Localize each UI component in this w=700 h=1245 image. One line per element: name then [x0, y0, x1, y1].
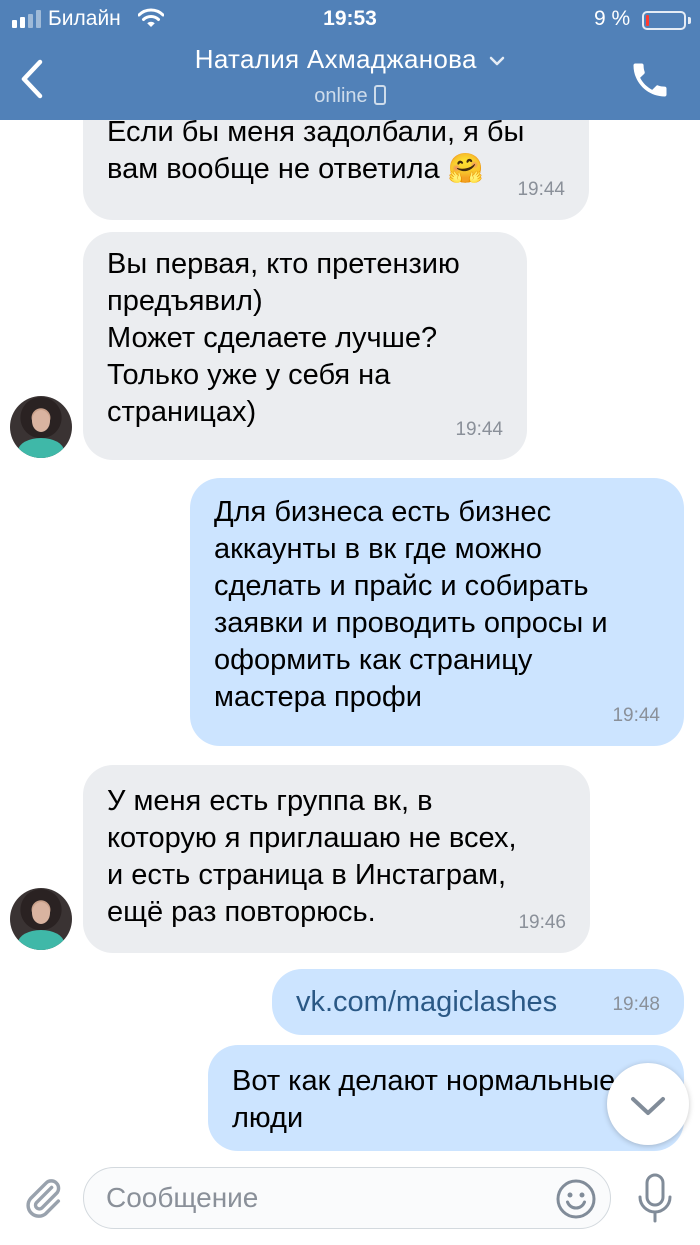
chevron-down-icon — [631, 1097, 665, 1115]
battery-percent: 9 % — [594, 7, 631, 30]
message-time: 19:46 — [518, 912, 566, 933]
message-time: 19:44 — [517, 179, 565, 200]
message-time: 19:44 — [612, 705, 660, 726]
message-bubble-incoming[interactable]: Вы первая, кто претензию предъявил) Може… — [83, 232, 527, 460]
chevron-down-icon — [489, 56, 505, 66]
presence-text: online — [314, 85, 368, 107]
message-link[interactable]: vk.com/magiclashes — [296, 984, 660, 1021]
contact-avatar[interactable] — [10, 888, 72, 950]
chat-header: Билайн 19:53 9 % Наталия Ахмаджанова onl… — [0, 0, 700, 120]
chat-title-block[interactable]: Наталия Ахмаджанова online — [0, 44, 700, 108]
message-bubble-outgoing[interactable]: Для бизнеса есть бизнес аккаунты в вк гд… — [190, 478, 684, 746]
message-bubble-incoming[interactable]: У меня есть группа вк, в которую я пригл… — [83, 765, 590, 953]
call-button[interactable] — [628, 58, 672, 102]
scroll-to-bottom-button[interactable] — [607, 1063, 689, 1145]
contact-avatar[interactable] — [10, 396, 72, 458]
battery-cap — [688, 17, 691, 24]
voice-message-button[interactable] — [634, 1171, 676, 1227]
message-time: 19:44 — [455, 419, 503, 440]
emoji-button[interactable] — [555, 1178, 597, 1220]
message-text: Если бы меня задолбали, я бы вам вообще … — [107, 114, 565, 188]
smile-icon — [556, 1179, 596, 1219]
message-text: У меня есть группа вк, в которую я пригл… — [107, 785, 517, 928]
status-bar: Билайн 19:53 9 % — [0, 0, 700, 40]
microphone-icon — [638, 1173, 672, 1223]
avatar-shirt — [18, 438, 64, 458]
avatar-shirt — [18, 930, 64, 950]
avatar-face — [32, 410, 50, 432]
message-text: Вы первая, кто претензию предъявил) Може… — [107, 248, 460, 428]
chat-title: Наталия Ахмаджанова — [194, 44, 477, 74]
presence-status: online — [0, 85, 700, 108]
attach-button[interactable] — [20, 1173, 66, 1223]
phone-call-icon — [633, 63, 667, 97]
hugging-face-emoji: 🤗 — [447, 153, 484, 185]
message-composer — [0, 1155, 700, 1245]
battery-level — [646, 15, 649, 26]
message-bubble-outgoing[interactable]: vk.com/magiclashes 19:48 — [272, 969, 684, 1035]
message-list[interactable]: Если бы меня задолбали, я бы вам вообще … — [0, 0, 700, 1155]
battery-icon — [642, 11, 686, 30]
avatar-face — [32, 902, 50, 924]
mobile-phone-icon — [373, 85, 386, 105]
message-text: Вот как делают нормальные люди — [232, 1065, 616, 1134]
paperclip-icon — [26, 1179, 61, 1218]
message-time: 19:48 — [612, 994, 660, 1015]
message-input[interactable] — [83, 1167, 611, 1229]
message-text: Для бизнеса есть бизнес аккаунты в вк гд… — [214, 496, 608, 713]
